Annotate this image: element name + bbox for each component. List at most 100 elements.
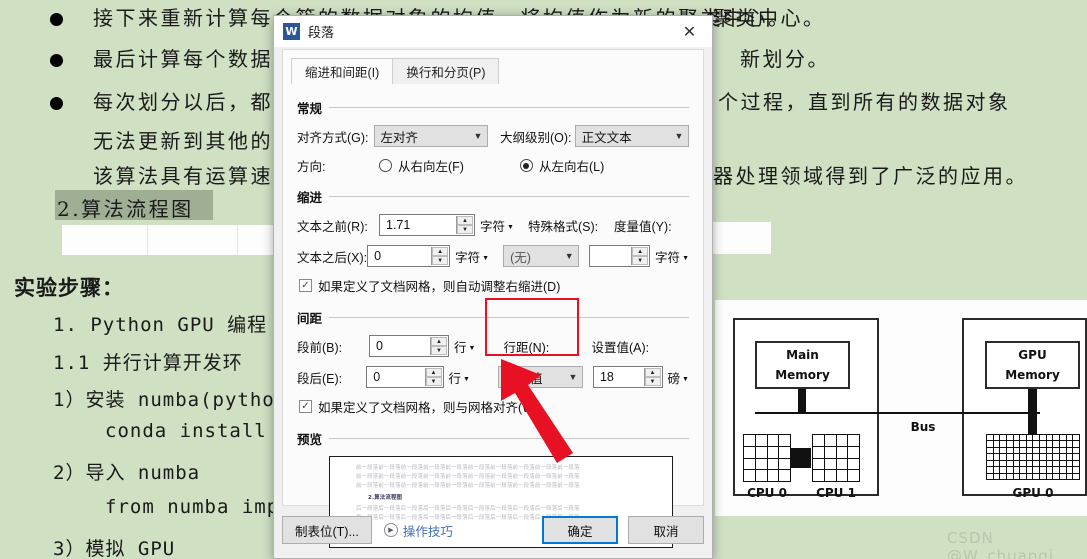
direction-label: 方向: <box>297 160 326 174</box>
spinner-up-icon: ▲ <box>431 337 447 346</box>
alignment-value: 左对齐 <box>380 130 419 145</box>
radio-selected-icon <box>519 159 533 172</box>
direction-ltr-radio[interactable]: 从左向右(L) <box>519 156 604 175</box>
direction-row: 方向: 从右向左(F) 从左向右(L) <box>297 156 689 175</box>
line-spacing-value: 固定值 <box>504 371 543 386</box>
spinner-up-icon: ▲ <box>425 368 442 377</box>
spinner-buttons[interactable]: ▲ ▼ <box>424 368 442 386</box>
auto-adjust-right-indent-checkbox[interactable]: ✓ 如果定义了文档网格，则自动调整右缩进(D) <box>299 276 689 295</box>
gpu0-label: GPU 0 <box>1012 486 1054 500</box>
dialog-footer: 制表位(T)... ▶ 操作技巧 确定 取消 <box>282 508 704 552</box>
doc-step-line: conda install <box>105 420 267 442</box>
space-after-label: 段后(E): <box>297 371 343 386</box>
doc-step-line: from numba imp <box>105 496 280 518</box>
set-value-input[interactable]: 18 ▲ ▼ <box>592 366 663 388</box>
chevron-down-icon: ▼ <box>473 131 483 141</box>
spinner-buttons[interactable]: ▲ ▼ <box>431 247 449 265</box>
alignment-row: 对齐方式(G): 左对齐 ▼ 大纲级别(O): 正文文本 ▼ <box>297 125 690 147</box>
cancel-button[interactable]: 取消 <box>628 516 704 544</box>
set-value: 18 <box>599 370 614 384</box>
tab-indents-and-spacing-label: 缩进和间距(I) <box>305 66 380 80</box>
spinner-buttons[interactable]: ▲ ▼ <box>631 247 649 265</box>
checkbox-checked-icon: ✓ <box>299 279 312 292</box>
word-app-icon: W <box>283 23 300 40</box>
preview-group-title: 预览 <box>297 429 689 448</box>
ok-button[interactable]: 确定 <box>542 516 618 544</box>
indent-after-unit[interactable]: 字符 ▼ <box>455 247 489 266</box>
dialog-titlebar[interactable]: W 段落 ✕ <box>274 16 712 47</box>
indent-before-input[interactable]: 1.71 ▲ ▼ <box>379 214 475 236</box>
snap-to-grid-checkbox[interactable]: ✓ 如果定义了文档网格，则与网格对齐(W) <box>299 397 689 416</box>
bullet-dot-icon <box>50 54 63 67</box>
doc-fragment: 个过程，直到所有的数据对象 <box>718 90 1011 114</box>
space-before-label: 段前(B): <box>297 340 343 355</box>
close-icon[interactable]: ✕ <box>667 16 712 47</box>
space-after-unit-label: 行 <box>448 371 462 386</box>
main-memory-label-1: Main <box>786 348 819 362</box>
tab-line-and-page-breaks[interactable]: 换行和分页(P) <box>392 58 500 84</box>
dialog-body: 缩进和间距(I) 换行和分页(P) 常规 对齐方式(G): 左对齐 ▼ 大纲级别… <box>282 49 704 548</box>
indent-before-unit[interactable]: 字符 ▼ <box>480 216 514 235</box>
indent-before-value: 1.71 <box>386 218 411 232</box>
doc-step-line: 3）模拟 GPU <box>53 538 176 559</box>
chevron-down-icon: ▼ <box>682 254 689 262</box>
doc-step-line: 1. Python GPU 编程 <box>53 314 268 336</box>
indent-after-row: 文本之后(X): 0 ▲ ▼ 字符 ▼ (无) ▼ ▲ ▼ 字符 ▼ <box>297 245 689 267</box>
doc-selected-heading: 2.算法流程图 <box>57 197 194 221</box>
chevron-down-icon: ▼ <box>482 254 490 262</box>
cpu0-label: CPU 0 <box>747 486 787 500</box>
spinner-buttons[interactable]: ▲ ▼ <box>430 337 447 355</box>
space-after-unit[interactable]: 行 ▼ <box>449 368 470 387</box>
chevron-down-icon: ▼ <box>564 251 574 261</box>
special-format-select[interactable]: (无) ▼ <box>503 245 580 267</box>
alignment-select[interactable]: 左对齐 ▼ <box>373 125 488 147</box>
indents-and-spacing-panel: 常规 对齐方式(G): 左对齐 ▼ 大纲级别(O): 正文文本 ▼ 方向: 从右… <box>283 84 703 548</box>
spinner-down-icon: ▼ <box>425 377 442 386</box>
line-spacing-label: 行距(N): <box>503 340 550 355</box>
indent-after-value: 0 <box>374 249 382 263</box>
auto-adjust-right-indent-label: 如果定义了文档网格，则自动调整右缩进(D) <box>318 280 561 294</box>
general-group-title: 常规 <box>297 98 689 117</box>
direction-rtl-radio[interactable]: 从右向左(F) <box>379 156 464 175</box>
spacing-group-label: 间距 <box>297 308 330 327</box>
outline-level-select[interactable]: 正文文本 ▼ <box>574 125 690 147</box>
tab-line-and-page-breaks-label: 换行和分页(P) <box>406 66 486 80</box>
tab-indents-and-spacing[interactable]: 缩进和间距(I) <box>291 58 394 84</box>
spinner-up-icon: ▲ <box>457 216 473 225</box>
spinner-buttons[interactable]: ▲ ▼ <box>643 368 661 386</box>
tabs-button[interactable]: 制表位(T)... <box>282 516 372 544</box>
line-spacing-select[interactable]: 固定值 ▼ <box>497 366 583 388</box>
space-after-input[interactable]: 0 ▲ ▼ <box>366 366 444 388</box>
space-after-row: 段后(E): 0 ▲ ▼ 行 ▼ 固定值 ▼ 18 ▲ ▼ 磅 ▼ <box>297 366 689 388</box>
bullet-dot-icon <box>50 13 63 26</box>
spinner-buttons[interactable]: ▲ ▼ <box>456 216 473 234</box>
space-before-value: 0 <box>376 339 383 353</box>
preview-before-line: 前一段落前一段落前一段落前一段落前一段落前一段落前一段落前一段落前一段落前一段落 <box>356 474 580 481</box>
indent-after-label: 文本之后(X): <box>297 250 368 265</box>
space-before-unit-label: 行 <box>454 340 467 355</box>
measure-unit[interactable]: 字符 ▼ <box>655 247 689 266</box>
cpu1-cores-grid <box>812 434 860 482</box>
measure-value-input[interactable]: ▲ ▼ <box>589 245 651 267</box>
indent-group-label: 缩进 <box>297 187 330 206</box>
indent-before-unit-label: 字符 <box>480 219 506 234</box>
outline-level-value: 正文文本 <box>581 130 632 145</box>
bus-label: Bus <box>910 420 936 434</box>
direction-rtl-label: 从右向左(F) <box>398 160 464 174</box>
indent-before-row: 文本之前(R): 1.71 ▲ ▼ 字符 ▼ 特殊格式(S): 度量值(Y): <box>297 214 689 236</box>
doc-step-line: 1）安装 numba(pytho <box>53 389 275 411</box>
doc-fragment: 器处理领域得到了广泛的应用。 <box>713 164 1028 188</box>
chevron-down-icon: ▼ <box>568 372 578 382</box>
space-before-unit[interactable]: 行 ▼ <box>454 337 475 356</box>
set-value-unit[interactable]: 磅 ▼ <box>668 368 689 387</box>
radio-unselected-icon <box>379 159 392 172</box>
doc-step-line: 2）导入 numba <box>53 462 201 484</box>
spinner-down-icon: ▼ <box>457 225 473 234</box>
gpu-memory-label-2: Memory <box>1005 368 1060 382</box>
indent-after-input[interactable]: 0 ▲ ▼ <box>367 245 451 267</box>
preview-before-line: 前一段落前一段落前一段落前一段落前一段落前一段落前一段落前一段落前一段落前一段落 <box>356 483 580 490</box>
spinner-up-icon: ▲ <box>632 247 649 256</box>
tips-link[interactable]: ▶ 操作技巧 <box>383 521 453 540</box>
space-before-input[interactable]: 0 ▲ ▼ <box>369 335 449 357</box>
chevron-down-icon: ▼ <box>468 344 476 352</box>
